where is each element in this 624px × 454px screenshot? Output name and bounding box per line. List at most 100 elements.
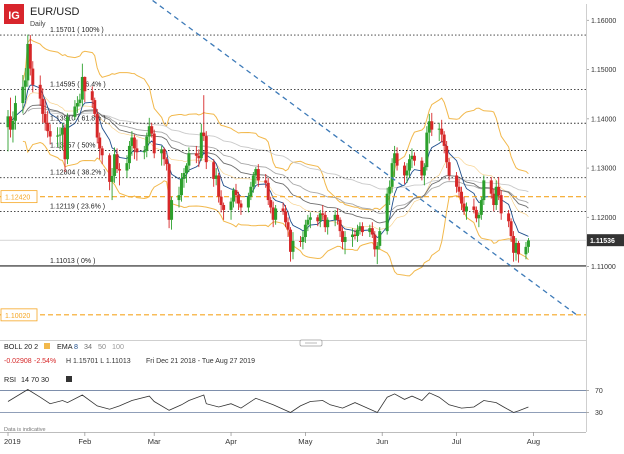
candle-body xyxy=(370,228,374,235)
candle-body xyxy=(430,121,434,130)
candle-body xyxy=(445,145,449,163)
candle-body xyxy=(378,231,382,246)
candle-body xyxy=(412,155,416,161)
candle-body xyxy=(165,159,169,165)
candle-body xyxy=(115,154,119,170)
candle-body xyxy=(199,132,203,159)
candle-body xyxy=(234,190,238,196)
y-tick-label: 1.12000 xyxy=(591,215,616,222)
candle-body xyxy=(65,116,69,160)
fib-level-label: 1.12119 ( 23.6% ) xyxy=(50,203,105,210)
boll-swatch xyxy=(44,343,50,349)
timeframe-label: Daily xyxy=(30,21,46,28)
candle-body xyxy=(249,186,253,197)
candle-body xyxy=(440,128,444,135)
candle-body xyxy=(422,167,426,176)
candle-body xyxy=(56,135,60,137)
last-price-label: 1.11536 xyxy=(590,238,615,245)
orange-level-label: 1.12420 xyxy=(5,195,30,202)
candle-body xyxy=(179,178,183,196)
y-tick-label: 1.13000 xyxy=(591,166,616,173)
candle-body xyxy=(58,134,62,136)
pair-title: EUR/USD xyxy=(30,6,80,18)
y-tick-label: 1.15000 xyxy=(591,67,616,74)
x-tick-label: Apr xyxy=(225,437,237,446)
candle-body xyxy=(405,170,409,176)
candle-body xyxy=(41,98,45,114)
candle-body xyxy=(447,162,451,176)
candle-body xyxy=(125,163,129,171)
candle-body xyxy=(343,237,347,242)
candle-body xyxy=(460,191,464,204)
candle-body xyxy=(98,137,102,149)
x-tick-label: May xyxy=(298,437,312,446)
candle-body xyxy=(150,126,154,134)
candle-body xyxy=(177,195,181,201)
x-tick-label: Mar xyxy=(148,437,161,446)
candle-body xyxy=(246,196,250,208)
candle-body xyxy=(489,180,493,194)
candle-body xyxy=(145,136,149,151)
candle-body xyxy=(135,148,139,153)
candle-body xyxy=(13,103,17,121)
ema-100-legend: 100 xyxy=(112,342,124,351)
candle-body xyxy=(306,219,310,225)
candle-body xyxy=(170,200,174,220)
candle-body xyxy=(202,132,206,137)
candle-body xyxy=(291,240,295,252)
candle-body xyxy=(73,106,77,117)
candle-body xyxy=(425,132,429,168)
candle-body xyxy=(407,159,411,171)
candle-body xyxy=(38,84,42,99)
fib-level-label: 1.14595 ( 76.4% ) xyxy=(50,82,106,89)
candle-body xyxy=(162,149,166,160)
candle-body xyxy=(83,76,87,92)
candle-body xyxy=(142,150,146,153)
chart-canvas: IG EUR/USD Daily 1.15701 ( 100% ) 1.14595… xyxy=(0,0,624,449)
fib-level-label: 1.11013 ( 0% ) xyxy=(50,258,95,265)
candle-body xyxy=(274,208,278,220)
fib-level-label: 1.12804 ( 38.2% ) xyxy=(50,170,106,177)
candle-body xyxy=(442,134,446,146)
ema-50-legend: 50 xyxy=(98,342,106,351)
x-tick-label: Aug xyxy=(527,437,540,446)
candle-body xyxy=(266,182,270,201)
candle-body xyxy=(182,173,186,179)
ig-logo-text: IG xyxy=(8,10,20,22)
x-tick-label: Feb xyxy=(78,437,91,446)
rsi-tick-label: 30 xyxy=(595,410,603,417)
candle-body xyxy=(28,43,32,69)
candle-body xyxy=(477,214,481,219)
candle-body xyxy=(75,103,79,107)
y-tick-label: 1.11000 xyxy=(591,264,616,271)
candle-body xyxy=(48,131,52,137)
candle-body xyxy=(464,206,468,212)
ema-34-legend: 34 xyxy=(84,342,92,351)
candle-body xyxy=(303,224,307,238)
candle-body xyxy=(264,180,268,183)
candle-body xyxy=(269,200,273,208)
candle-body xyxy=(132,137,136,149)
candle-body xyxy=(31,68,35,85)
boll-legend: BOLL 20 2 xyxy=(4,342,38,351)
rsi-tick-label: 70 xyxy=(595,388,603,395)
x-tick-label: Jul xyxy=(452,437,462,446)
candle-body xyxy=(100,148,104,156)
candle-body xyxy=(286,222,290,230)
fib-level-label: 1.15701 ( 100% ) xyxy=(50,27,104,34)
x-tick-label: Jun xyxy=(376,437,388,446)
candle-body xyxy=(219,196,223,206)
chart-window: IG EUR/USD Daily 1.15701 ( 100% ) 1.14595… xyxy=(0,0,624,449)
candle-body xyxy=(78,99,82,104)
y-tick-label: 1.14000 xyxy=(591,116,616,123)
candle-body xyxy=(482,180,486,201)
candle-body xyxy=(23,80,27,87)
candle-body xyxy=(118,169,122,171)
orange-level-label: 1.10020 xyxy=(5,313,30,320)
high-low-values: H 1.15701 L 1.11013 xyxy=(66,358,131,365)
y-tick-label: 1.16000 xyxy=(591,18,616,25)
candle-body xyxy=(236,195,240,204)
candle-body xyxy=(194,153,198,156)
candle-body xyxy=(229,201,233,210)
candle-body xyxy=(321,213,325,215)
